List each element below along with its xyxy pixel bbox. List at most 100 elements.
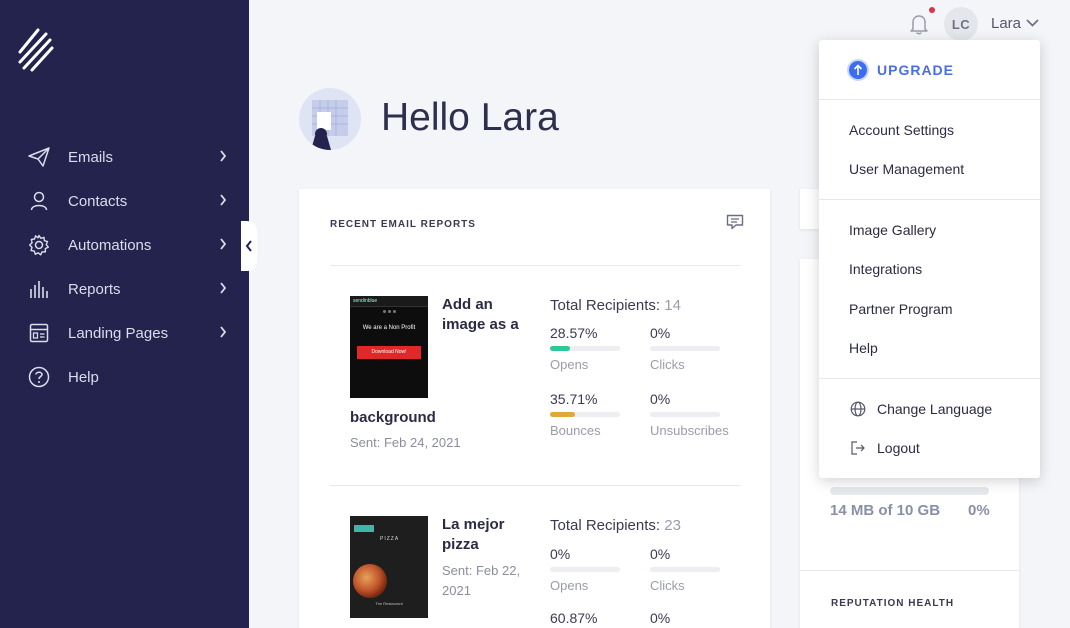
- thumbnail-tag: [354, 525, 374, 532]
- sidebar-item-label: Landing Pages: [68, 324, 169, 342]
- divider: [330, 265, 740, 266]
- sidebar: Emails Contacts Automations Reports Land…: [0, 0, 249, 628]
- notification-badge: [929, 7, 935, 13]
- metric-value: 0%: [650, 391, 671, 407]
- report-title-line: La mejor: [442, 516, 505, 533]
- recent-email-reports-card: RECENT EMAIL REPORTS sendinblue We are a…: [299, 189, 770, 628]
- storage-percent: 0%: [968, 502, 990, 519]
- metric-value: 0%: [650, 610, 671, 626]
- menu-item-user-management[interactable]: User Management: [849, 161, 964, 177]
- logout-icon: [849, 439, 867, 457]
- upgrade-button[interactable]: UPGRADE: [847, 59, 954, 81]
- sidebar-item-label: Contacts: [68, 192, 128, 210]
- metric-bar-fill: [550, 346, 570, 351]
- avatar[interactable]: LC: [944, 7, 978, 41]
- menu-item-integrations[interactable]: Integrations: [849, 261, 922, 277]
- gear-icon: [28, 234, 50, 256]
- chevron-right-icon: [220, 326, 227, 338]
- storage-usage: 14 MB of 10 GB: [830, 502, 941, 519]
- thumbnail-header: sendinblue: [350, 296, 428, 307]
- menu-item-partner-program[interactable]: Partner Program: [849, 301, 952, 317]
- metric-value: 0%: [650, 546, 671, 562]
- metric-label: Clicks: [650, 578, 685, 593]
- metric-label: Opens: [550, 578, 589, 593]
- report-title[interactable]: La mejor pizza: [442, 515, 532, 555]
- email-thumbnail[interactable]: sendinblue We are a Non Profit Download …: [350, 296, 428, 398]
- email-thumbnail[interactable]: PIZZA The Restaurant: [350, 516, 428, 618]
- person-icon: [28, 190, 50, 212]
- thumbnail-header: PIZZA: [380, 536, 400, 542]
- metric-label: Bounces: [550, 423, 601, 438]
- storage-bar: [830, 487, 989, 495]
- chevron-left-icon: [245, 240, 252, 252]
- username-label[interactable]: Lara: [991, 15, 1021, 32]
- recipients-count: 14: [664, 297, 681, 314]
- metric-value: 35.71%: [550, 391, 598, 407]
- menu-item-account-settings[interactable]: Account Settings: [849, 122, 954, 138]
- report-title-line: pizza: [442, 536, 479, 553]
- report-sent-line: Sent: Feb 22,: [442, 563, 521, 578]
- card-title: RECENT EMAIL REPORTS: [330, 219, 476, 230]
- chat-icon[interactable]: [726, 214, 744, 230]
- sidebar-item-label: Automations: [68, 236, 152, 254]
- metric-bar: [550, 346, 620, 351]
- sidebar-nav: Emails Contacts Automations Reports Land…: [0, 135, 249, 399]
- divider: [800, 570, 1019, 571]
- menu-divider: [819, 99, 1040, 100]
- page-title: Hello Lara: [381, 96, 559, 139]
- total-recipients: Total Recipients: 14: [550, 297, 681, 314]
- report-title-line[interactable]: background: [350, 408, 436, 428]
- user-menu-dropdown: UPGRADE Account Settings User Management…: [819, 40, 1040, 478]
- metric-value: 28.57%: [550, 325, 598, 341]
- sidebar-item-emails[interactable]: Emails: [0, 135, 249, 179]
- divider: [330, 485, 740, 486]
- chevron-right-icon: [220, 238, 227, 250]
- metric-value: 60.87%: [550, 610, 598, 626]
- report-title-line: Add an: [442, 296, 493, 313]
- menu-item-logout[interactable]: Logout: [877, 440, 920, 456]
- chevron-right-icon: [220, 282, 227, 294]
- sidebar-item-landing-pages[interactable]: Landing Pages: [0, 311, 249, 355]
- recipients-count: 23: [664, 517, 681, 534]
- thumbnail-social-icons: [350, 310, 428, 313]
- menu-item-help[interactable]: Help: [849, 340, 878, 356]
- report-title-line: image as a: [442, 316, 519, 333]
- report-sent-line: 2021: [442, 583, 471, 598]
- bar-chart-icon: [28, 278, 50, 300]
- greeting-illustration: [299, 88, 361, 150]
- reputation-health-title: REPUTATION HEALTH: [831, 598, 955, 609]
- menu-divider: [819, 199, 1040, 200]
- brand-logo-icon[interactable]: [16, 24, 56, 74]
- sidebar-item-label: Reports: [68, 280, 121, 298]
- metric-value: 0%: [550, 546, 571, 562]
- sidebar-item-label: Emails: [68, 148, 114, 166]
- layout-icon: [28, 322, 50, 344]
- metric-bar: [650, 567, 720, 572]
- sidebar-item-help[interactable]: Help: [0, 355, 249, 399]
- upgrade-label: UPGRADE: [877, 62, 955, 78]
- arrow-up-icon: [847, 59, 869, 81]
- menu-item-change-language[interactable]: Change Language: [877, 401, 992, 417]
- metric-bar: [650, 412, 720, 417]
- pizza-image: [353, 564, 387, 598]
- thumbnail-button: Download Now!: [357, 346, 421, 359]
- sidebar-item-automations[interactable]: Automations: [0, 223, 249, 267]
- metric-bar: [550, 412, 620, 417]
- notification-bell-icon[interactable]: [909, 13, 929, 35]
- menu-item-image-gallery[interactable]: Image Gallery: [849, 222, 936, 238]
- report-sent-date: Sent: Feb 22, 2021: [442, 561, 520, 601]
- help-circle-icon: [28, 366, 50, 388]
- sidebar-item-reports[interactable]: Reports: [0, 267, 249, 311]
- thumbnail-footer: The Restaurant: [375, 601, 403, 606]
- metric-bar: [650, 346, 720, 351]
- metric-bar: [550, 567, 620, 572]
- recipients-label: Total Recipients:: [550, 297, 661, 314]
- chevron-down-icon[interactable]: [1026, 19, 1039, 27]
- recipients-label: Total Recipients:: [550, 517, 661, 534]
- globe-icon: [849, 400, 867, 418]
- sidebar-item-contacts[interactable]: Contacts: [0, 179, 249, 223]
- metric-value: 0%: [650, 325, 671, 341]
- report-title[interactable]: Add an image as a: [442, 295, 532, 335]
- metric-label: Clicks: [650, 357, 685, 372]
- sidebar-collapse-button[interactable]: [241, 221, 257, 271]
